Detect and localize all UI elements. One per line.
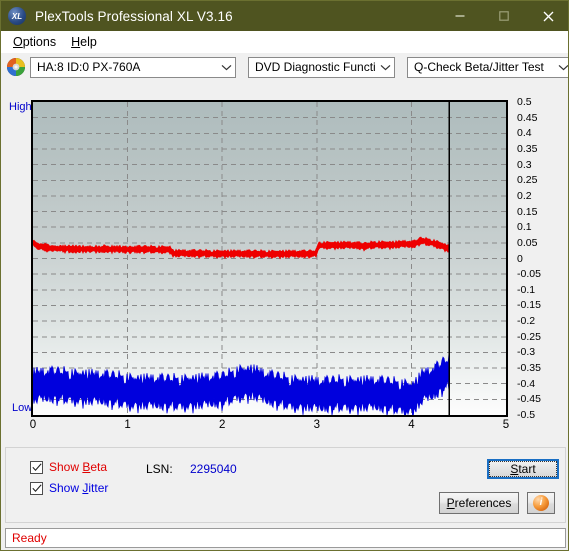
y-tick-label: -0.15 [517,299,541,312]
plot-frame [31,100,508,417]
y-tick-label: -0.45 [517,393,541,406]
axis-label-high: High [9,101,32,113]
y-tick-label: 0.15 [517,205,538,218]
y-tick-label: 0.3 [517,158,532,171]
chevron-down-icon [376,58,394,77]
optical-disc-icon [7,58,25,76]
check-icon [31,483,42,492]
info-icon-label: i [539,497,543,508]
controls-panel: Show Beta Show Jitter LSN: 2295040 Start… [5,447,566,523]
menu-bar: Options Help [1,31,568,53]
x-tick-label: 4 [408,419,415,431]
y-tick-label: 0.1 [517,221,532,234]
plot-area [31,100,508,417]
x-axis-tick-labels: 0 1 2 3 4 5 [29,419,511,435]
toolbar: HA:8 ID:0 PX-760A DVD Diagnostic Functio… [1,53,568,81]
test-select-value: Q-Check Beta/Jitter Test [414,60,544,74]
drive-select[interactable]: HA:8 ID:0 PX-760A [30,56,236,78]
show-beta-label: Show Beta [49,460,108,474]
status-bar: Ready [5,528,566,548]
info-button[interactable]: i [527,492,555,514]
close-icon [543,11,553,21]
y-tick-label: -0.4 [517,377,536,390]
info-icon: i [533,495,549,511]
y-tick-label: -0.25 [517,330,541,343]
y-tick-label: -0.35 [517,362,541,375]
beta-jitter-plot [33,102,506,415]
y-tick-label: -0.1 [517,283,536,296]
menu-item-help[interactable]: Help [65,33,106,51]
show-beta-checkbox-row[interactable]: Show Beta [30,460,107,474]
start-button-inner: Start [489,461,557,477]
menu-item-help-rest: elp [80,35,97,49]
y-tick-label: 0.45 [517,111,538,124]
maximize-icon [499,11,509,21]
app-icon: XL [8,7,26,25]
x-tick-label: 1 [124,419,131,431]
chart-panel: High Low 0.5 0.45 0.4 0.35 0.3 0.25 0.2 0.15 0.1… [5,89,566,441]
preferences-button-label: Preferences [446,496,512,510]
y-tick-label: 0 [517,252,523,265]
function-select-value: DVD Diagnostic Functions [255,60,376,74]
x-tick-label: 5 [502,419,510,431]
window-title: PlexTools Professional XL V3.16 [35,8,233,24]
y-tick-label: -0.05 [517,268,541,281]
test-select[interactable]: Q-Check Beta/Jitter Test [407,56,568,78]
status-text: Ready [12,531,47,545]
preferences-button[interactable]: Preferences [439,492,519,514]
y-tick-label: 0.5 [517,96,532,108]
show-jitter-checkbox[interactable] [30,481,43,495]
chevron-down-icon [217,58,235,77]
menu-item-options-rest: ptions [22,35,57,49]
title-bar: XL PlexTools Professional XL V3.16 [1,1,568,31]
lsn-value: 2295040 [190,462,237,476]
y-tick-label: 0.2 [517,189,532,202]
minimize-icon [455,15,465,17]
maximize-button[interactable] [482,1,526,31]
y-tick-label: 0.05 [517,236,538,249]
y-tick-label: 0.35 [517,142,538,155]
plextools-window: XL PlexTools Professional XL V3.16 Optio… [0,0,569,551]
minimize-button[interactable] [438,1,482,31]
show-jitter-checkbox-row[interactable]: Show Jitter [30,481,108,495]
x-tick-label: 0 [29,419,37,431]
lsn-label: LSN: [146,462,173,476]
close-button[interactable] [526,1,568,31]
menu-item-options[interactable]: Options [7,33,65,51]
y-tick-label: 0.4 [517,127,532,140]
window-controls [438,1,568,31]
drive-select-value: HA:8 ID:0 PX-760A [37,60,141,74]
function-select[interactable]: DVD Diagnostic Functions [248,56,395,78]
axis-label-low: Low [12,402,33,414]
y-tick-label: -0.5 [517,409,536,421]
y-tick-label: -0.2 [517,315,536,328]
check-icon [31,462,42,471]
start-button[interactable]: Start [487,459,559,479]
show-beta-checkbox[interactable] [30,460,43,474]
chevron-down-icon [554,58,568,77]
start-button-label: Start [510,462,536,476]
x-tick-label: 3 [313,419,320,431]
show-jitter-label: Show Jitter [49,481,109,495]
y-axis-tick-labels: 0.5 0.45 0.4 0.35 0.3 0.25 0.2 0.15 0.1 0.05 0 -0.0… [513,93,563,423]
x-tick-label: 2 [218,419,226,431]
y-tick-label: -0.3 [517,346,536,359]
y-tick-label: 0.25 [517,174,538,187]
